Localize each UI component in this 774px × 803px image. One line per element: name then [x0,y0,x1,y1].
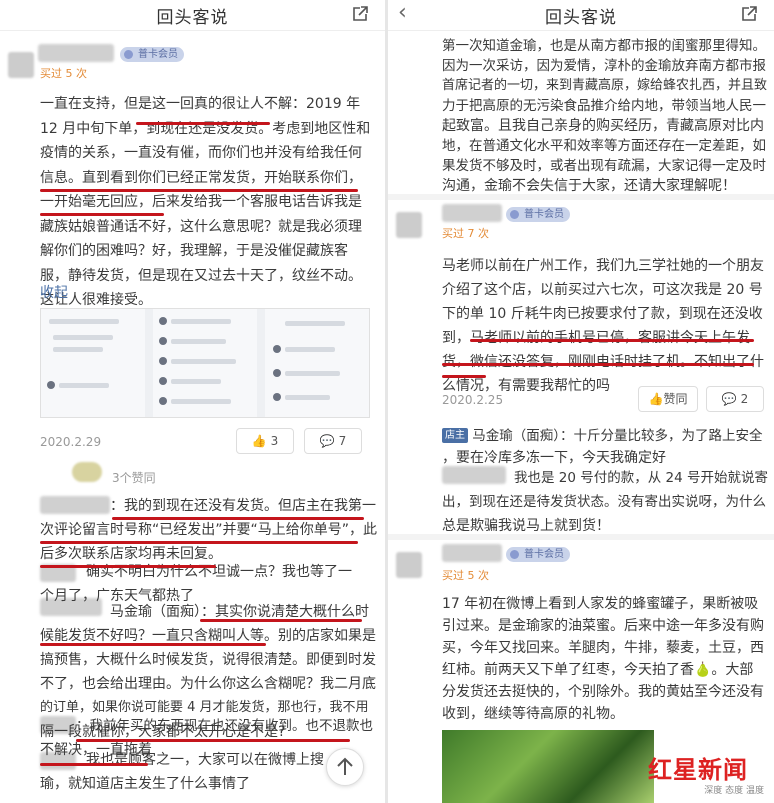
reply-line: ：我前年买的东西现在也还没有收到。也不退款也 [76,718,373,734]
text-line: 藏族姑娘普通话不好，这什么意思呢？就是我必须理 [40,218,362,235]
red-underline [40,189,358,192]
collapse-link[interactable]: 收起 [40,281,68,305]
text-line: 收到，继续等待高原的礼物。 [442,706,624,722]
red-underline [442,363,754,366]
plant-photo [442,730,654,803]
red-underline [112,517,364,520]
vip-badge: 普卡会员 [120,47,184,62]
owner-reply-line: 我也是 20 号付的款，从 24 号开始就说寄 [514,470,769,486]
red-underline [40,213,164,216]
comment-icon: 💬 [721,392,737,406]
review-date: 2020.2.29 [40,435,102,449]
vip-badge: 普卡会员 [506,207,570,222]
reply-line: 不了，也会给出理由。为什么你这么含糊呢？我二月底 [40,676,376,692]
username-blurred [442,544,502,562]
section-separator [388,194,774,200]
text-line: 信息。直到看到你们已经正常发货，开始联系你们， [40,169,362,186]
top-bar: ‹ 回头客说 [388,0,774,31]
red-underline [76,739,350,742]
thumbs-up-icon: 👍 [648,392,664,406]
username-blurred [442,204,502,222]
thumbs-up-icon: 👍 [251,434,267,448]
reply-line: 确实不明白为什么不坦诚一点？我也等了一 [86,564,352,580]
chat-screenshot-image [40,308,370,418]
red-underline [40,565,216,568]
comment-icon: 💬 [319,434,335,448]
username-blurred [40,496,110,514]
purchase-count: 买过 7 次 [442,227,489,240]
red-underline [40,643,266,646]
reply-line: 瑜，就知道店主发生了什么事情了 [40,776,250,792]
page-title: 回头客说 [156,8,229,28]
reply-line: ：我的到现在还没有发货。但店主在我第一 [110,498,376,514]
owner-badge: 店主 [442,428,468,443]
text-line: 介绍了这个店，以前买过六七次，可这次我是 20 号 [442,282,763,298]
page-title: 回头客说 [545,8,617,28]
text-line: 分发货还去挺快的，个别除外。我的黄姑至今还没有 [442,684,764,700]
red-underline [136,122,270,125]
watermark-logo: 红星新闻 [648,755,748,784]
watermark-tagline: 深度 态度 温度 [704,786,764,796]
text-line: 下的单 10 斤耗牛肉已按要求付了款，到现在还没收 [442,306,763,322]
red-underline [200,619,362,622]
left-screenshot: 回头客说 普卡会员 买过 5 次 一直在支持，但是这一回真的很让人不解：2019… [0,0,385,803]
text-line: 服，静待发货，但是现在又过去十天了，纹丝不动。 [40,267,362,284]
reply-line: 次评论留言时号称“已经发出”并要“马上给你单号”，此 [40,522,378,538]
text-line: 12 月中旬下单，到现在还是没发货。考虑到地区性和 [40,120,371,137]
like-button[interactable]: 👍 3 [236,428,294,454]
share-icon[interactable] [740,5,758,23]
text-line: 疫情的关系，一直没有催，而你们也并没有给我任何 [40,145,362,161]
text-line: 解你们的困难吗？好，我理解，于是没催促藏族客 [40,243,348,259]
review-date: 2020.2.25 [442,393,504,407]
red-underline [40,541,358,544]
red-underline [470,339,754,342]
right-screenshot: ‹ 回头客说 第一次知道金瑜，也是从南方都市报的闺蜜那里得知。 因为一次采访，因为… [388,0,774,803]
text-line: 引过来。是金瑜家的油菜蜜。后来中途一年多没有购 [442,618,764,634]
text-line: 红柿。前两天又下单了红枣，今天拍了香🍐。大部 [442,662,754,678]
hongxing-news-watermark: 红星新闻 深度 态度 温度 [648,757,768,799]
text-line: 到，马老师以前的手机号已停，客服讲今天上午发 [442,330,750,346]
username-blurred [38,44,114,62]
red-underline [442,375,486,378]
vip-badge: 普卡会员 [506,547,570,562]
share-icon[interactable] [351,5,369,23]
comment-button[interactable]: 💬 2 [706,386,764,412]
text-line: 买，今年又找回来。羊腿肉，牛排，藜麦，土豆，西 [442,640,764,656]
owner-reply-line: 出，到现在还是待发货状态。没有寄出实说呀，为什么 [442,494,766,510]
scroll-to-top-button[interactable] [326,748,364,786]
section-separator [388,534,774,540]
replies-count: 3个赞同 [112,471,156,485]
reply-line: 我也是顾客之一，大家可以在微博上搜 [86,752,324,768]
text-line: 17 年初在微博上看到人家发的蜂蜜罐子，果断被吸 [442,596,759,612]
arrow-up-icon [337,757,353,775]
reaction-avatars [72,462,102,482]
avatar[interactable] [396,552,422,578]
reply-line: 搞预售，大概什么时候发货，说得很清楚。即便到时发 [40,652,376,668]
red-underline [40,763,148,766]
top-bar: 回头客说 [0,0,385,31]
text-line: 马老师以前在广州工作，我们九三学社她的一个朋友 [442,258,764,274]
comment-button[interactable]: 💬 7 [304,428,362,454]
like-button[interactable]: 👍赞同 [638,386,698,412]
text-line: 货，微信还没答复，刚刚电话时挂了机。不知出了什 [442,354,764,370]
text-line: 一开始毫无回应，后来发给我一个客服电话告诉我是 [40,194,362,210]
avatar[interactable] [396,212,422,238]
owner-reply-line: 店主 马金瑜（面痴）：十斤分量比较多，为了路上安全 [442,424,763,448]
purchase-count: 买过 5 次 [442,569,489,582]
avatar[interactable] [8,52,34,78]
purchase-count: 买过 5 次 [40,67,87,80]
text-line: 一直在支持，但是这一回真的很让人不解：2019 年 [40,96,361,112]
